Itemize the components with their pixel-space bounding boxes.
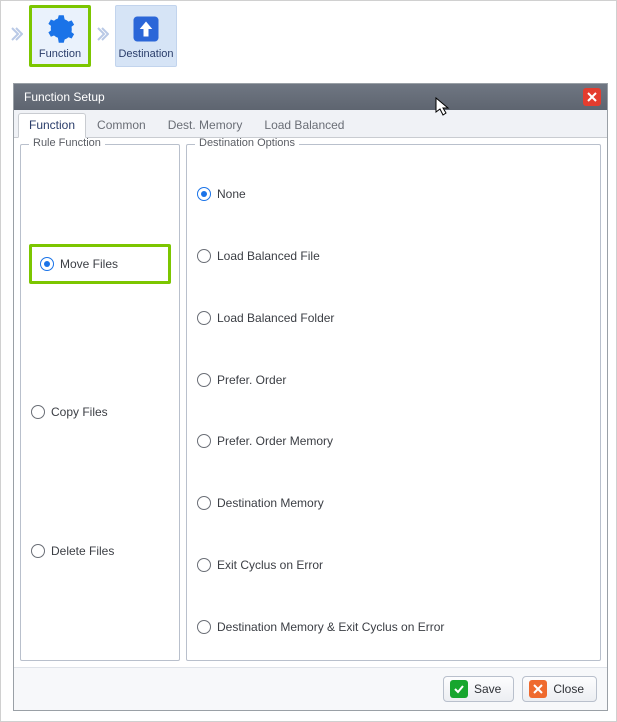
highlighted-option: Move Files: [29, 244, 171, 284]
radio-icon: [197, 311, 211, 325]
group-legend: Rule Function: [29, 138, 105, 149]
radio-icon: [197, 373, 211, 387]
radio-label: Copy Files: [51, 405, 108, 419]
radio-label: Destination Memory: [217, 496, 324, 510]
radio-label: Prefer. Order: [217, 373, 286, 387]
radio-icon: [197, 558, 211, 572]
dialog-titlebar: Function Setup: [14, 84, 607, 110]
radio-icon: [31, 544, 45, 558]
radio-icon: [197, 187, 211, 201]
toolbar-button-label: Destination: [118, 48, 173, 60]
radio-prefer-order-memory[interactable]: Prefer. Order Memory: [195, 417, 592, 467]
save-button[interactable]: Save: [443, 676, 514, 702]
radio-label: Exit Cyclus on Error: [217, 558, 323, 572]
radio-icon: [31, 405, 45, 419]
radio-icon: [197, 434, 211, 448]
radio-label: Prefer. Order Memory: [217, 434, 333, 448]
chevron-icon: [11, 26, 23, 47]
tab-function[interactable]: Function: [18, 113, 86, 138]
radio-label: Move Files: [60, 257, 118, 271]
radio-label: Load Balanced Folder: [217, 311, 334, 325]
close-icon: [587, 92, 597, 102]
radio-label: None: [217, 187, 246, 201]
tab-common[interactable]: Common: [86, 113, 157, 138]
radio-dest-mem-exit[interactable]: Destination Memory & Exit Cyclus on Erro…: [195, 602, 592, 652]
button-label: Close: [553, 682, 584, 696]
destination-options-group: Destination Options None Load Balanced F…: [186, 144, 601, 661]
dialog-close-button[interactable]: [583, 88, 601, 106]
radio-icon: [197, 496, 211, 510]
radio-dest-memory[interactable]: Destination Memory: [195, 478, 592, 528]
radio-delete-files[interactable]: Delete Files: [29, 540, 171, 562]
dialog-tabs: Function Common Dest. Memory Load Balanc…: [14, 110, 607, 138]
radio-prefer-order[interactable]: Prefer. Order: [195, 355, 592, 405]
tab-load-balanced[interactable]: Load Balanced: [253, 113, 355, 138]
close-icon: [529, 680, 547, 698]
gear-icon: [43, 12, 77, 46]
rule-function-group: Rule Function Move Files Copy Files Dele…: [20, 144, 180, 661]
toolbar-button-label: Function: [39, 48, 81, 60]
radio-copy-files[interactable]: Copy Files: [29, 401, 171, 423]
radio-label: Load Balanced File: [217, 249, 320, 263]
close-button[interactable]: Close: [522, 676, 597, 702]
radio-label: Destination Memory & Exit Cyclus on Erro…: [217, 620, 444, 634]
radio-icon: [40, 257, 54, 271]
check-icon: [450, 680, 468, 698]
radio-lb-folder[interactable]: Load Balanced Folder: [195, 293, 592, 343]
radio-exit-cyclus[interactable]: Exit Cyclus on Error: [195, 540, 592, 590]
upload-icon: [129, 12, 163, 46]
dialog-title: Function Setup: [24, 90, 105, 104]
button-label: Save: [474, 682, 501, 696]
destination-toolbar-button[interactable]: Destination: [115, 5, 177, 67]
radio-lb-file[interactable]: Load Balanced File: [195, 231, 592, 281]
tab-dest-memory[interactable]: Dest. Memory: [157, 113, 254, 138]
function-toolbar-button[interactable]: Function: [29, 5, 91, 67]
top-toolbar: Function Destination: [1, 1, 616, 73]
dialog-body: Rule Function Move Files Copy Files Dele…: [14, 138, 607, 667]
radio-label: Delete Files: [51, 544, 114, 558]
radio-dest-none[interactable]: None: [195, 169, 592, 219]
chevron-icon: [97, 26, 109, 47]
radio-icon: [197, 620, 211, 634]
radio-move-files[interactable]: Move Files: [38, 253, 120, 275]
function-setup-dialog: Function Setup Function Common Dest. Mem…: [13, 83, 608, 711]
dialog-footer: Save Close: [14, 667, 607, 710]
radio-icon: [197, 249, 211, 263]
group-legend: Destination Options: [195, 138, 299, 149]
